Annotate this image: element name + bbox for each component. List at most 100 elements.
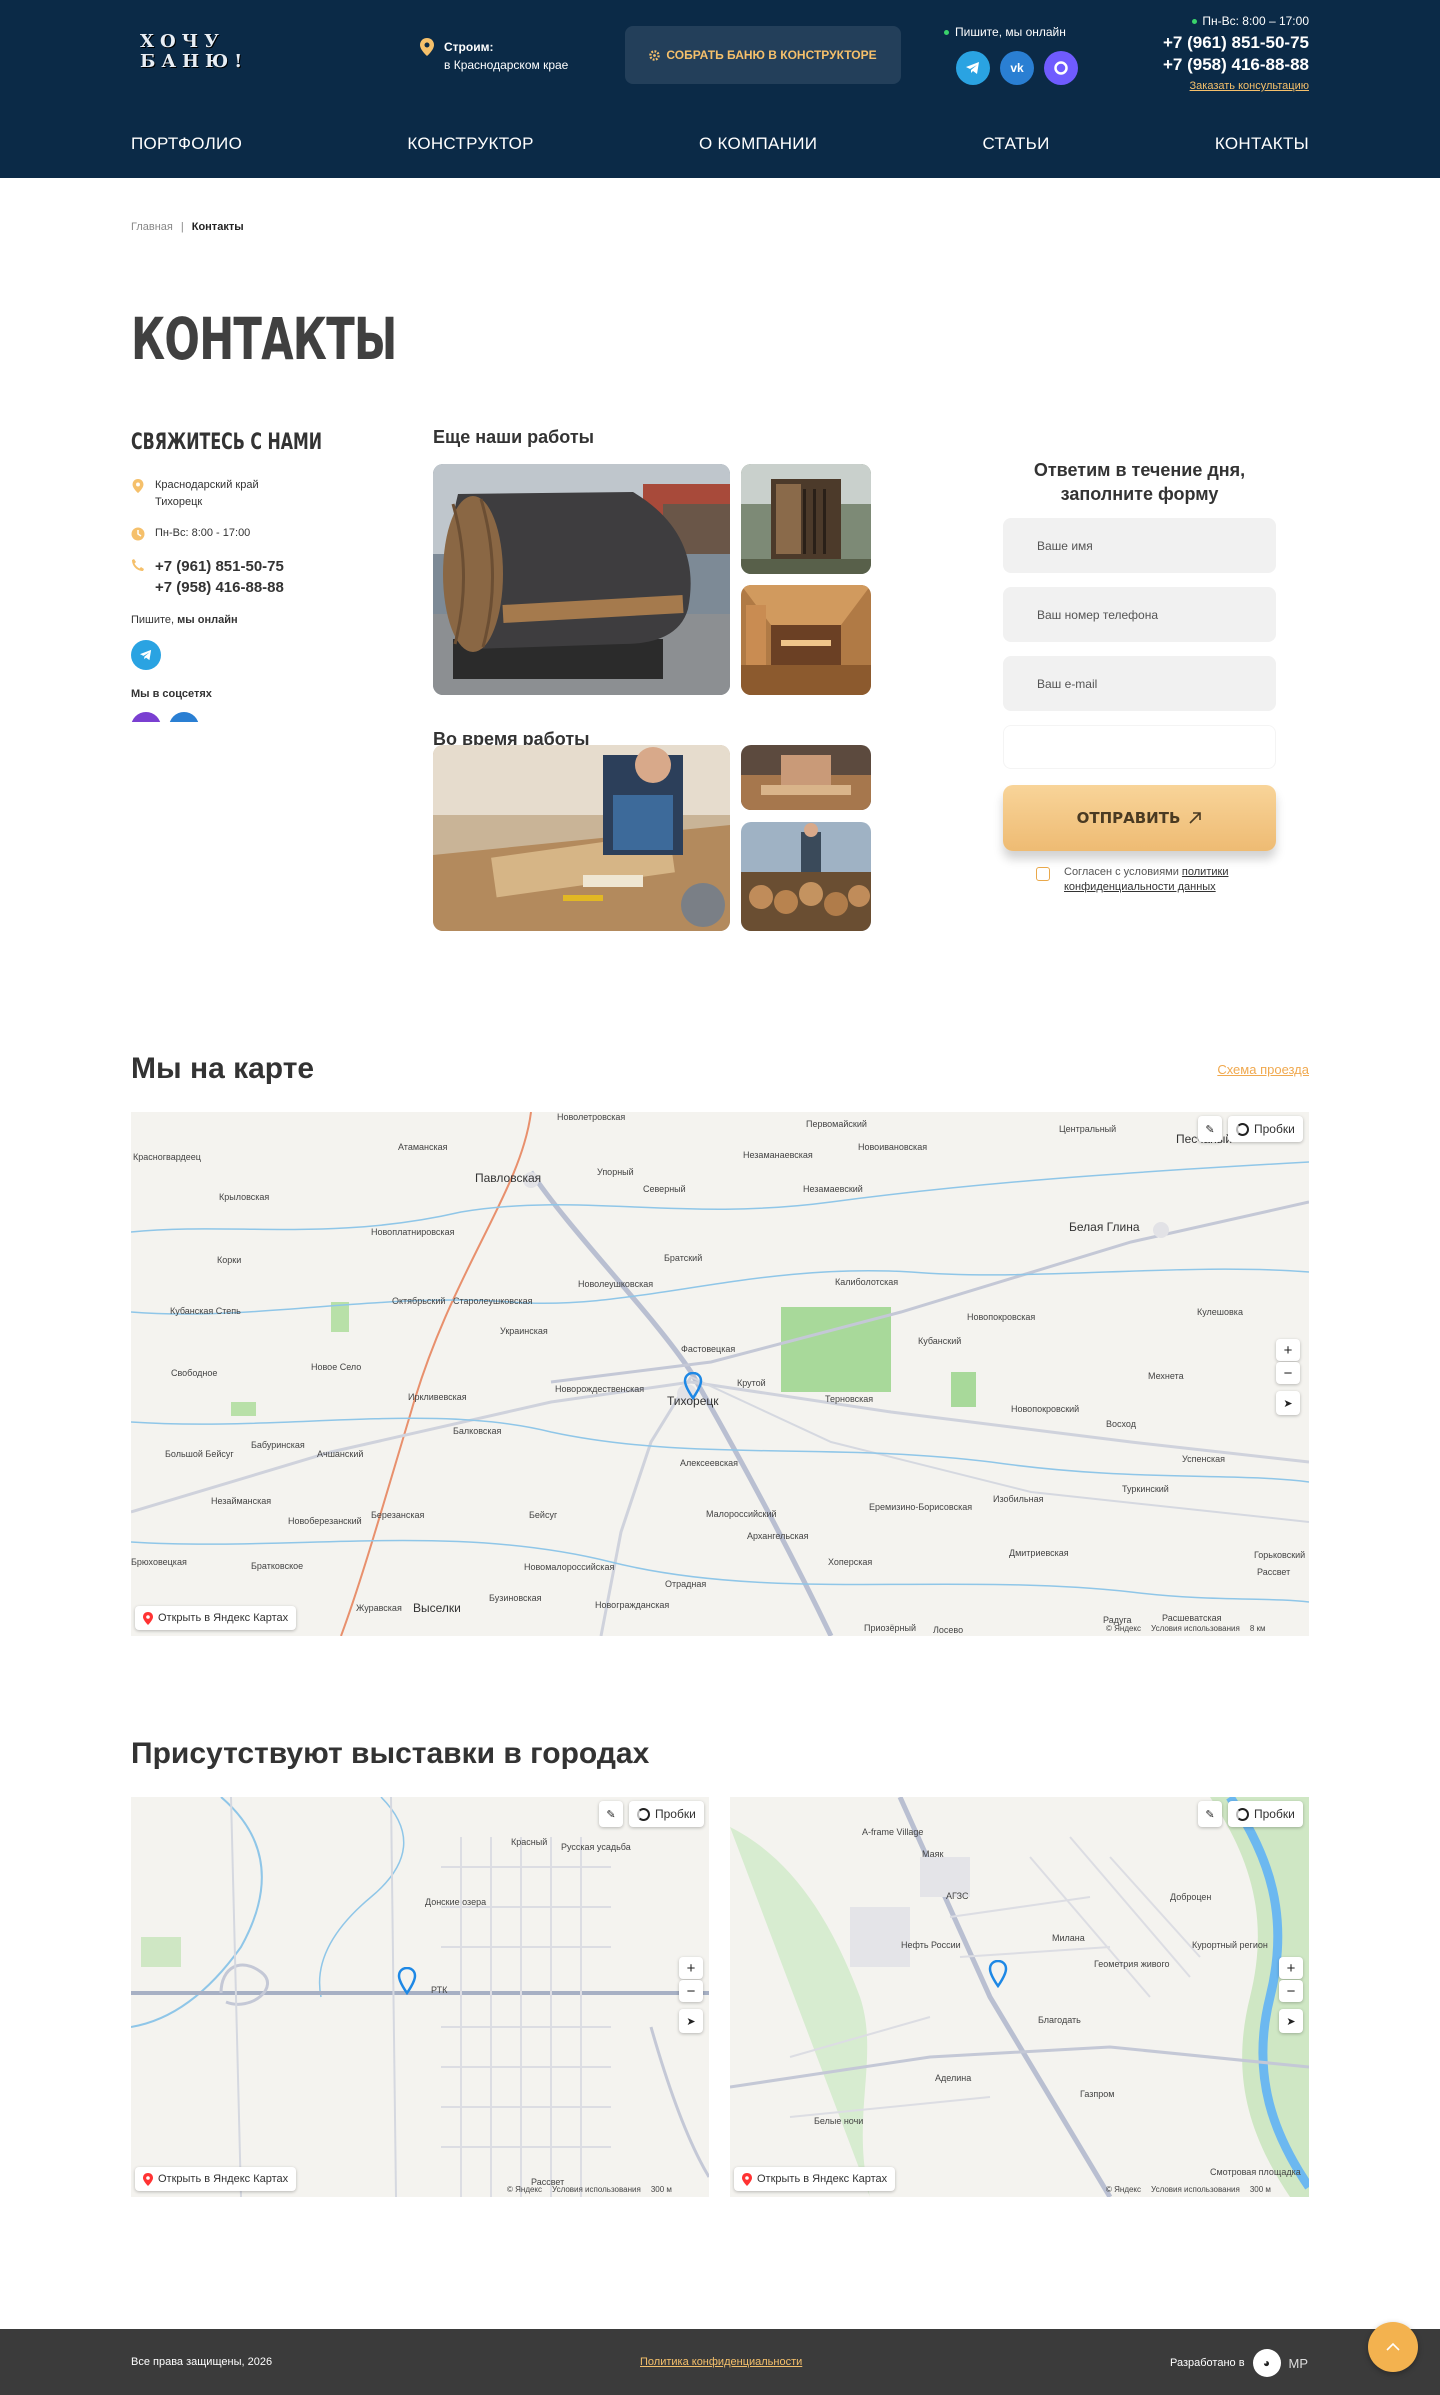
nav-portfolio[interactable]: ПОРТФОЛИО [131,134,242,154]
map-label: Новое Село [311,1362,362,1372]
more-works-title: Еще наши работы [433,427,595,447]
constructor-button[interactable]: СОБРАТЬ БАНЮ В КОНСТРУКТОРЕ [625,26,901,84]
location-marker-icon[interactable] [988,1960,1008,1988]
map-label: Архангельская [747,1531,809,1541]
logo[interactable]: ХОЧУ БАНЮ! [140,32,242,76]
submit-label: ОТПРАВИТЬ [1076,809,1181,827]
terms-link[interactable]: Условия использования [1151,1624,1240,1633]
write-us: Пишите, мы онлайн [131,614,351,626]
contact-phone-1[interactable]: +7 (961) 851-50-75 [155,556,284,577]
footer-privacy-link[interactable]: Политика конфиденциальности [640,2356,802,2368]
nav-about[interactable]: О КОМПАНИИ [699,134,817,154]
nav-contacts[interactable]: КОНТАКТЫ [1215,134,1309,154]
consultation-link[interactable]: Заказать консультацию [1190,80,1309,92]
name-field[interactable]: Ваше имя [1003,518,1276,573]
terms-link[interactable]: Условия использования [552,2185,641,2194]
agree-checkbox[interactable] [1036,867,1050,881]
breadcrumb-home[interactable]: Главная [131,221,173,233]
contact-hours: Пн-Вс: 8:00 - 17:00 [155,527,251,539]
traffic-button[interactable]: Пробки [629,1801,704,1827]
developer-credit[interactable]: Разработано в ◕ MP [1170,2349,1308,2377]
header-phone-2[interactable]: +7 (958) 416-88-88 [1163,54,1309,76]
zoom-out-button[interactable]: − [1276,1362,1300,1384]
open-yandex-label: Открыть в Яндекс Картах [158,1612,289,1624]
captcha-field[interactable] [1003,725,1276,769]
exhibition-map-1[interactable]: Красный Русская усадьба Донские озера РТ… [131,1797,709,2197]
map-label: Братковское [251,1561,304,1571]
geolocation-icon[interactable]: ➤ [679,2009,703,2033]
work-photo-cutting[interactable] [741,745,871,810]
contact-phone-2[interactable]: +7 (958) 416-88-88 [155,577,284,598]
map-label: Упорный [597,1167,634,1177]
ruler-icon[interactable]: ✎ [1198,1801,1222,1827]
work-photo-barrel-sauna[interactable] [433,464,730,695]
ruler-icon[interactable]: ✎ [599,1801,623,1827]
work-photo-interior[interactable] [741,585,871,695]
zoom-in-button[interactable]: + [679,1957,703,1979]
route-scheme-link[interactable]: Схема проезда [1217,1062,1309,1077]
email-field[interactable]: Ваш e-mail [1003,656,1276,711]
exhibition-map-2[interactable]: A-frame Village Маяк АГЗС Доброцен Нефть… [730,1797,1309,2197]
map1-terrain [131,1797,709,2197]
main-map[interactable]: Новолетровская Первомайский Центральный … [131,1112,1309,1636]
telegram-icon[interactable] [131,640,161,670]
map-label: Незаманаевская [743,1150,813,1160]
map-label: Малороссийский [706,1509,777,1519]
nav-constructor[interactable]: КОНСТРУКТОР [407,134,533,154]
zoom-out-button[interactable]: − [679,1980,703,2002]
map1-label: РТК [431,1985,448,1995]
yandex-pin-icon [143,1611,153,1625]
max-messenger-icon[interactable] [1044,51,1078,85]
work-photo-worker[interactable] [433,745,730,931]
vk-icon[interactable] [169,712,199,722]
gear-icon [649,49,661,61]
map-label: Выселки [413,1601,461,1615]
zoom-in-button[interactable]: + [1279,1957,1303,1979]
exhibitions-title: Присутствуют выставки в городах [131,1737,650,1770]
traffic-button[interactable]: Пробки [1228,1116,1303,1142]
map-label: Красногвардеец [133,1152,201,1162]
online-dot-icon [944,29,949,35]
map-label: Новомалороссийская [524,1562,615,1572]
breadcrumb-separator: | [180,221,184,233]
terms-link[interactable]: Условия использования [1151,2185,1240,2194]
location-marker-icon[interactable] [397,1967,417,1995]
traffic-button[interactable]: Пробки [1228,1801,1303,1827]
location-marker-icon[interactable] [683,1372,703,1400]
work-photo-logs[interactable] [741,822,871,931]
traffic-icon [637,1807,650,1821]
zoom-out-button[interactable]: − [1279,1980,1303,2002]
telegram-icon[interactable] [956,51,990,85]
header-phone-1[interactable]: +7 (961) 851-50-75 [1163,32,1309,54]
map-label: Новоберезанский [288,1516,362,1526]
open-yandex-maps-button[interactable]: Открыть в Яндекс Картах [135,1606,297,1630]
open-yandex-label: Открыть в Яндекс Картах [757,2173,888,2185]
breadcrumb-current: Контакты [191,221,244,233]
contact-form: Ответим в течение дня, заполните форму В… [1003,458,1276,895]
submit-button[interactable]: ОТПРАВИТЬ [1003,785,1276,851]
geolocation-icon[interactable]: ➤ [1276,1391,1300,1415]
page-title: КОНТАКТЫ [131,305,397,373]
max-messenger-icon[interactable] [131,712,161,722]
map-label: Хоперская [828,1557,873,1567]
address-item: Краснодарский край Тихорецк [131,477,351,511]
ruler-icon[interactable]: ✎ [1198,1116,1222,1142]
map-terrain [131,1112,1309,1636]
nav-articles[interactable]: СТАТЬИ [983,134,1050,154]
copyright-text: © Яндекс [1106,1624,1142,1633]
map-label: Незамаевский [803,1184,863,1194]
geolocation-icon[interactable]: ➤ [1279,2009,1303,2033]
work-photo-cabin[interactable] [741,464,871,574]
open-yandex-maps-button[interactable]: Открыть в Яндекс Картах [135,2167,297,2191]
map-label: Дмитриевская [1009,1548,1069,1558]
phone-field[interactable]: Ваш номер телефона [1003,587,1276,642]
open-yandex-maps-button[interactable]: Открыть в Яндекс Картах [734,2167,896,2191]
clock-icon [131,527,145,541]
header-contacts: Пн-Вс: 8:00 – 17:00 +7 (961) 851-50-75 +… [1163,14,1309,94]
scroll-to-top-button[interactable] [1368,2322,1418,2372]
map-label: Новолеушковская [578,1279,654,1289]
zoom-in-button[interactable]: + [1276,1339,1300,1361]
map2-label: Геометрия живого [1094,1959,1170,1969]
vk-icon[interactable]: vk [1000,51,1034,85]
map-label: Рассвет [1257,1567,1291,1577]
